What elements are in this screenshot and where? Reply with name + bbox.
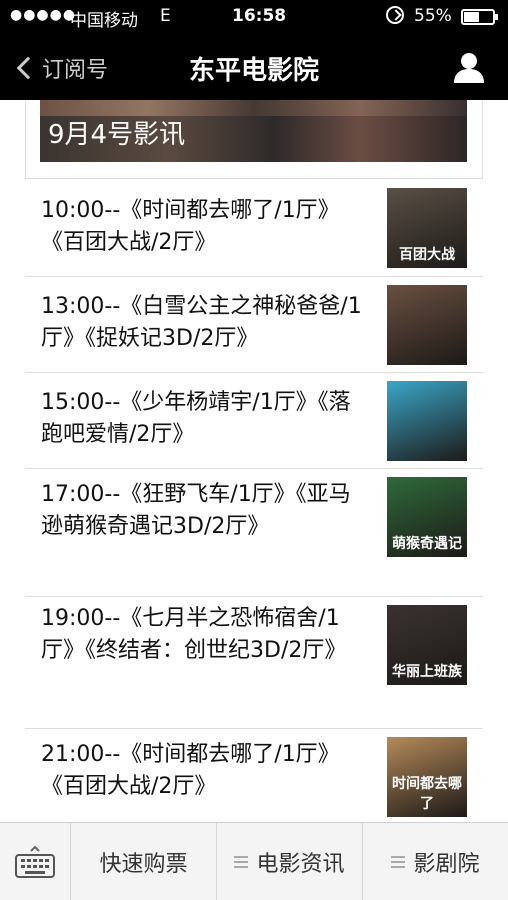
quick-ticket-label: 快速购票 <box>99 852 188 877</box>
schedule-row: 17:00--《狂野飞车/1厅》《亚马逊萌猴奇遇记3D/2厅》 萌猴奇遇记 <box>25 468 483 596</box>
banner-image: 9月4号影讯 <box>40 100 467 162</box>
network-type: E <box>160 6 171 26</box>
schedule-row: 15:00--《少年杨靖宇/1厅》《落跑吧爱情/2厅》 <box>25 372 483 468</box>
carrier-name: 中国移动 <box>70 11 138 31</box>
schedule-row: 19:00--《七月半之恐怖宿舍/1厅》《终结者：创世纪3D/2厅》 华丽上班族 <box>25 596 483 728</box>
status-bar: ●●●●● 中国移动 E 16:58 55% <box>0 0 508 34</box>
schedule-text: 15:00--《少年杨靖宇/1厅》《落跑吧爱情/2厅》 <box>41 390 351 447</box>
status-time: 16:58 <box>232 6 287 26</box>
battery-icon <box>461 9 498 25</box>
schedule-row: 13:00--《白雪公主之神秘爸爸/1厅》《捉妖记3D/2厅》 <box>25 276 483 372</box>
poster-caption: 华丽上班族 <box>392 664 462 680</box>
schedule-text: 17:00--《狂野飞车/1厅》《亚马逊萌猴奇遇记3D/2厅》 <box>41 482 351 539</box>
movie-news-menu[interactable]: 电影资讯 <box>216 823 362 900</box>
movie-poster[interactable]: 华丽上班族 <box>387 605 467 685</box>
battery-fill <box>464 12 479 22</box>
movie-poster[interactable]: 时间都去哪了 <box>387 737 467 817</box>
schedule-text: 13:00--《白雪公主之神秘爸爸/1厅》《捉妖记3D/2厅》 <box>41 294 362 351</box>
schedule-row: 10:00--《时间都去哪了/1厅》《百团大战/2厅》 百团大战 <box>25 178 483 276</box>
rotation-lock-icon <box>386 6 404 24</box>
cinema-menu[interactable]: 影剧院 <box>362 823 508 900</box>
movie-poster[interactable]: 萌猴奇遇记 <box>387 477 467 557</box>
person-icon[interactable] <box>452 50 486 84</box>
article-content: 9月4号影讯 10:00--《时间都去哪了/1厅》《百团大战/2厅》 百团大战 … <box>0 100 508 822</box>
banner-title: 9月4号影讯 <box>48 120 186 150</box>
nav-bar: 订阅号 东平电影院 <box>0 34 508 100</box>
movie-poster[interactable]: 百团大战 <box>387 188 467 268</box>
poster-caption: 萌猴奇遇记 <box>392 536 462 552</box>
poster-caption: 时间都去哪了 <box>392 776 462 812</box>
menu-icon <box>234 856 249 868</box>
schedule-row: 21:00--《时间都去哪了/1厅》《百团大战/2厅》 时间都去哪了 <box>25 728 483 822</box>
cinema-label: 影剧院 <box>413 852 480 877</box>
bottom-menu-bar: 快速购票 电影资讯 影剧院 <box>0 822 508 900</box>
schedule-text: 10:00--《时间都去哪了/1厅》《百团大战/2厅》 <box>41 198 340 255</box>
keyboard-icon[interactable] <box>14 845 56 879</box>
movie-poster[interactable] <box>387 285 467 365</box>
battery-percentage: 55% <box>414 6 452 26</box>
signal-strength-icon: ●●●●● <box>10 7 77 23</box>
menu-icon <box>391 856 406 868</box>
movie-news-label: 电影资讯 <box>256 852 345 877</box>
schedule-text: 21:00--《时间都去哪了/1厅》《百团大战/2厅》 <box>41 742 340 799</box>
page-title: 东平电影院 <box>188 56 319 86</box>
movie-poster[interactable] <box>387 381 467 461</box>
schedule-text: 19:00--《七月半之恐怖宿舍/1厅》《终结者：创世纪3D/2厅》 <box>41 606 347 663</box>
quick-ticket-button[interactable]: 快速购票 <box>70 823 216 900</box>
poster-caption: 百团大战 <box>399 247 455 263</box>
